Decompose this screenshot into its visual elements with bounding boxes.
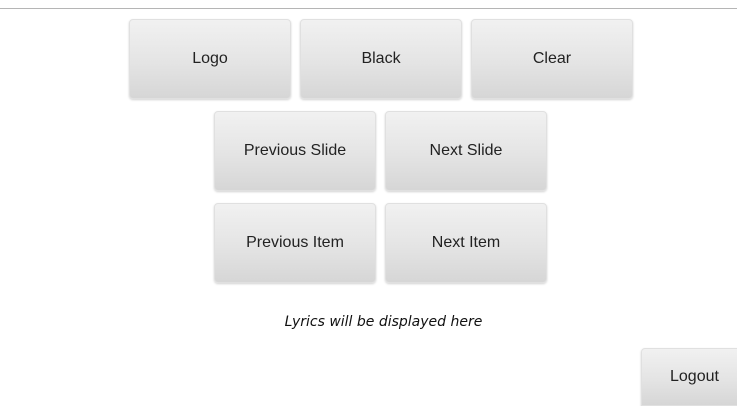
black-button[interactable]: Black (300, 19, 462, 99)
lyrics-display-text: Lyrics will be displayed here (284, 314, 483, 330)
top-divider (0, 8, 737, 9)
previous-slide-button[interactable]: Previous Slide (214, 111, 376, 191)
logout-button[interactable]: Logout (641, 348, 737, 406)
next-slide-button[interactable]: Next Slide (385, 111, 547, 191)
clear-button[interactable]: Clear (471, 19, 633, 99)
next-item-button[interactable]: Next Item (385, 203, 547, 283)
previous-item-button[interactable]: Previous Item (214, 203, 376, 283)
logo-button[interactable]: Logo (129, 19, 291, 99)
